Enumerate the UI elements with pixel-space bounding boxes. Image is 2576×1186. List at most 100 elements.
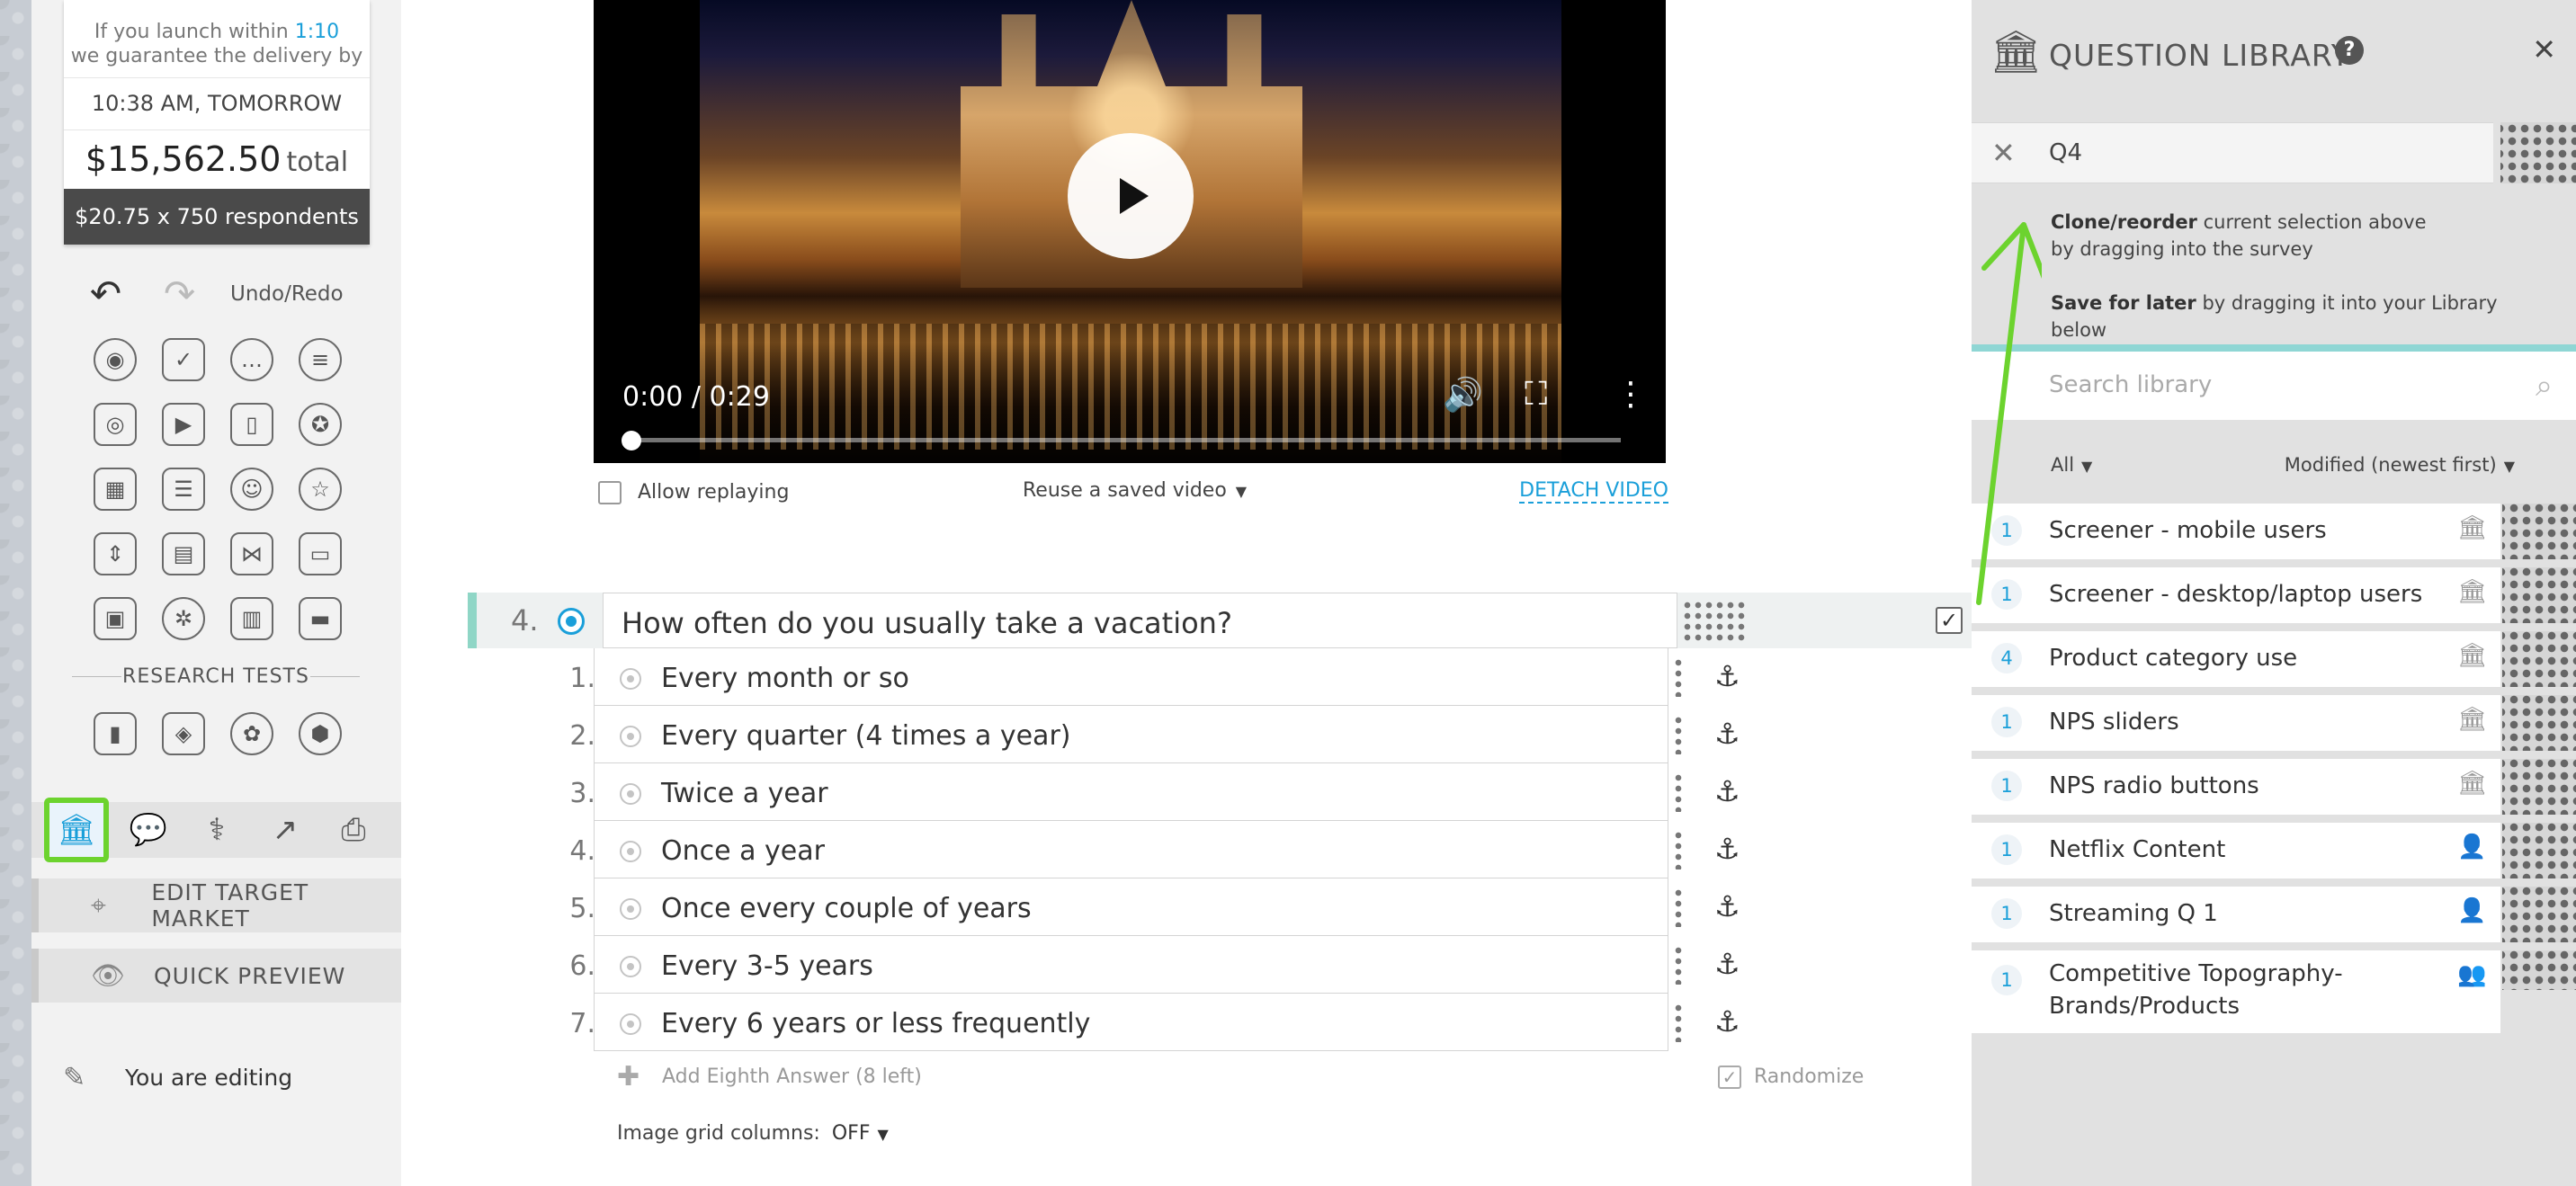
image-grid-icon[interactable]: ✲ (162, 597, 205, 640)
video-progress-bar[interactable] (631, 438, 1621, 442)
library-item[interactable]: 1 NPS radio buttons 🏛 (1972, 759, 2576, 815)
long-text-icon[interactable]: ≡ (299, 338, 342, 381)
logic-button[interactable]: ⚕ (183, 802, 251, 858)
library-item-card[interactable]: 1 Competitive Topography-Brands/Products 👥 (1972, 950, 2500, 1033)
grid-icon[interactable]: ▦ (94, 468, 137, 511)
volume-icon[interactable]: 🔊 (1443, 376, 1483, 414)
library-item[interactable]: 1 Competitive Topography-Brands/Products 👥 (1972, 950, 2576, 1033)
randomize-checkbox[interactable]: ✓ (1718, 1066, 1741, 1089)
video-progress-thumb[interactable] (622, 431, 641, 450)
answer-drag-handle[interactable] (1673, 945, 1684, 985)
library-item[interactable]: 1 Screener - desktop/laptop users 🏛 (1972, 567, 2576, 623)
answer-field[interactable]: Every month or so (594, 648, 1668, 706)
filter-dropdown[interactable]: All ▼ (2051, 454, 2092, 476)
multiple-choice-icon[interactable]: ✓ (162, 338, 205, 381)
library-item-drag-handle[interactable] (2502, 504, 2576, 559)
clear-selection-icon[interactable]: ✕ (1991, 136, 2016, 170)
video-icon[interactable]: ▶ (162, 403, 205, 446)
mobile-icon[interactable]: ▯ (230, 403, 273, 446)
library-item[interactable]: 1 NPS sliders 🏛 (1972, 695, 2576, 751)
answer-drag-handle[interactable] (1673, 657, 1684, 697)
quick-preview-button[interactable]: 👁 QUICK PREVIEW (31, 949, 401, 1003)
answer-field[interactable]: Every quarter (4 times a year) (594, 706, 1668, 763)
library-item-drag-handle[interactable] (2502, 823, 2576, 878)
slider-icon[interactable]: ☰ (162, 468, 205, 511)
library-item[interactable]: 1 Screener - mobile users 🏛 (1972, 504, 2576, 559)
library-item[interactable]: 4 Product category use 🏛 (1972, 631, 2576, 687)
plus-icon[interactable]: ✚ (617, 1061, 640, 1092)
image-grid-dropdown[interactable]: OFF ▼ (832, 1122, 889, 1145)
library-item-card[interactable]: 1 NPS sliders 🏛 (1972, 695, 2500, 751)
library-item-drag-handle[interactable] (2502, 759, 2576, 815)
print-button[interactable]: ⎙ (319, 802, 388, 858)
star-icon[interactable]: ☆ (299, 468, 342, 511)
answer-field[interactable]: Once every couple of years (594, 878, 1668, 936)
library-item-card[interactable]: 1 Screener - desktop/laptop users 🏛 (1972, 567, 2500, 623)
selection-drag-handle[interactable] (2500, 122, 2576, 183)
answer-drag-handle[interactable] (1673, 772, 1684, 812)
question-drag-handle[interactable] (1682, 600, 1745, 641)
question-text-field[interactable]: How often do you usually take a vacation… (603, 593, 1677, 648)
package-icon[interactable]: ⬢ (299, 712, 342, 755)
reuse-video-dropdown[interactable]: Reuse a saved video ▼ (1023, 479, 1247, 502)
library-item-card[interactable]: 1 Screener - mobile users 🏛 (1972, 504, 2500, 559)
library-item[interactable]: 1 Streaming Q 1 👤 (1972, 887, 2576, 942)
list-icon[interactable]: ▤ (162, 532, 205, 575)
question-type-radio-icon[interactable] (558, 608, 585, 635)
clipboard-icon[interactable]: ▥ (230, 597, 273, 640)
anchor-icon[interactable]: ⚓ (1714, 717, 1740, 751)
card-icon[interactable]: ▭ (299, 532, 342, 575)
library-item-card[interactable]: 1 NPS radio buttons 🏛 (1972, 759, 2500, 815)
anchor-icon[interactable]: ⚓ (1714, 889, 1740, 923)
answer-drag-handle[interactable] (1673, 830, 1684, 869)
redo-icon[interactable]: ↷ (164, 274, 195, 314)
sort-dropdown[interactable]: Modified (newest first) ▼ (2285, 454, 2515, 476)
share-button[interactable]: ↗ (251, 802, 319, 858)
more-options-icon[interactable]: ⋮ (1614, 376, 1647, 413)
help-icon[interactable]: ? (2335, 36, 2364, 65)
library-item-drag-handle[interactable] (2502, 567, 2576, 623)
video-player[interactable]: 0:00 / 0:29 🔊 ⛶ ⋮ (594, 0, 1666, 463)
library-item-drag-handle[interactable] (2502, 887, 2576, 942)
brand-icon[interactable]: ✿ (230, 712, 273, 755)
ranking-icon[interactable]: ⇕ (94, 532, 137, 575)
detach-video-link[interactable]: DETACH VIDEO (1519, 479, 1668, 504)
library-button[interactable]: 🏛 (44, 798, 109, 862)
anchor-icon[interactable]: ⚓ (1714, 947, 1740, 981)
image-select-icon[interactable]: ▣ (94, 597, 137, 640)
library-item-card[interactable]: 1 Streaming Q 1 👤 (1972, 887, 2500, 942)
answer-field[interactable]: Twice a year (594, 763, 1668, 821)
answer-field[interactable]: Every 6 years or less frequently (594, 994, 1668, 1051)
message-icon[interactable]: ▬ (299, 597, 342, 640)
open-text-icon[interactable]: … (230, 338, 273, 381)
anchor-icon[interactable]: ⚓ (1714, 774, 1740, 808)
bar-chart-icon[interactable]: ▮ (94, 712, 137, 755)
maxdiff-icon[interactable]: ⋈ (230, 532, 273, 575)
anchor-icon[interactable]: ⚓ (1714, 1004, 1740, 1039)
smiley-icon[interactable]: ☺ (230, 468, 273, 511)
play-button[interactable] (1068, 133, 1194, 259)
library-item-card[interactable]: 4 Product category use 🏛 (1972, 631, 2500, 687)
library-item-drag-handle[interactable] (2502, 695, 2576, 751)
anchor-icon[interactable]: ⚓ (1714, 659, 1740, 693)
library-search-input[interactable] (2049, 364, 2481, 406)
comments-button[interactable]: 💬 (114, 802, 183, 858)
close-icon[interactable]: ✕ (2532, 32, 2556, 67)
photo-icon[interactable]: ◎ (94, 403, 137, 446)
price-tag-icon[interactable]: ◈ (162, 712, 205, 755)
answer-drag-handle[interactable] (1673, 715, 1684, 754)
edit-target-market-button[interactable]: ⌖ EDIT TARGET MARKET (31, 878, 401, 932)
library-item-drag-handle[interactable] (2502, 631, 2576, 687)
undo-icon[interactable]: ↶ (90, 274, 121, 314)
single-choice-icon[interactable]: ◉ (94, 338, 137, 381)
library-item-card[interactable]: 1 Netflix Content 👤 (1972, 823, 2500, 878)
library-item-drag-handle[interactable] (2502, 950, 2576, 990)
answer-field[interactable]: Once a year (594, 821, 1668, 878)
answer-drag-handle[interactable] (1673, 1003, 1684, 1042)
answer-drag-handle[interactable] (1673, 887, 1684, 927)
question-select-checkbox[interactable]: ✓ (1936, 607, 1963, 634)
library-item[interactable]: 1 Netflix Content 👤 (1972, 823, 2576, 878)
search-icon[interactable]: ⌕ (2536, 368, 2553, 404)
badge-icon[interactable]: ✪ (299, 403, 342, 446)
answer-field[interactable]: Every 3-5 years (594, 936, 1668, 994)
